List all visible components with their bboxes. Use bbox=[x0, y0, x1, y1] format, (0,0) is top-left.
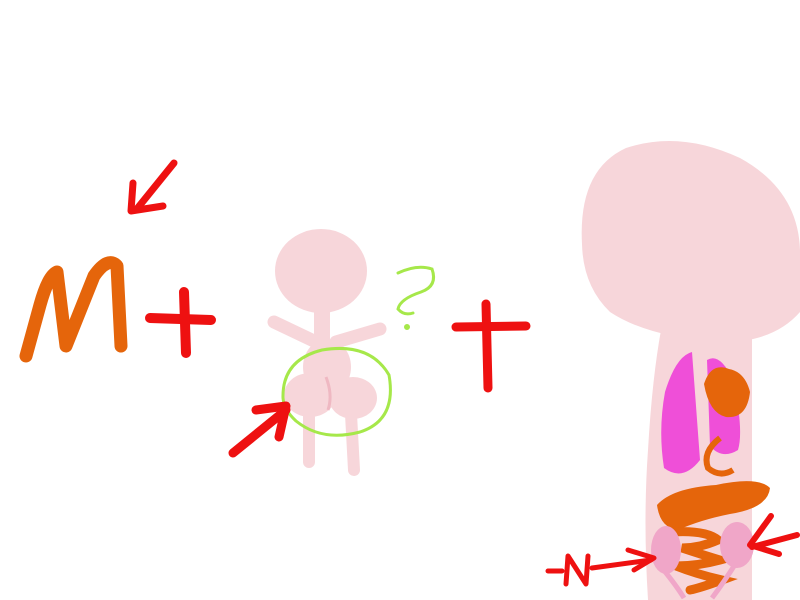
small-figure-head bbox=[275, 229, 367, 313]
kidney-left bbox=[651, 526, 681, 574]
drawing-canvas: M ? bbox=[0, 0, 800, 600]
